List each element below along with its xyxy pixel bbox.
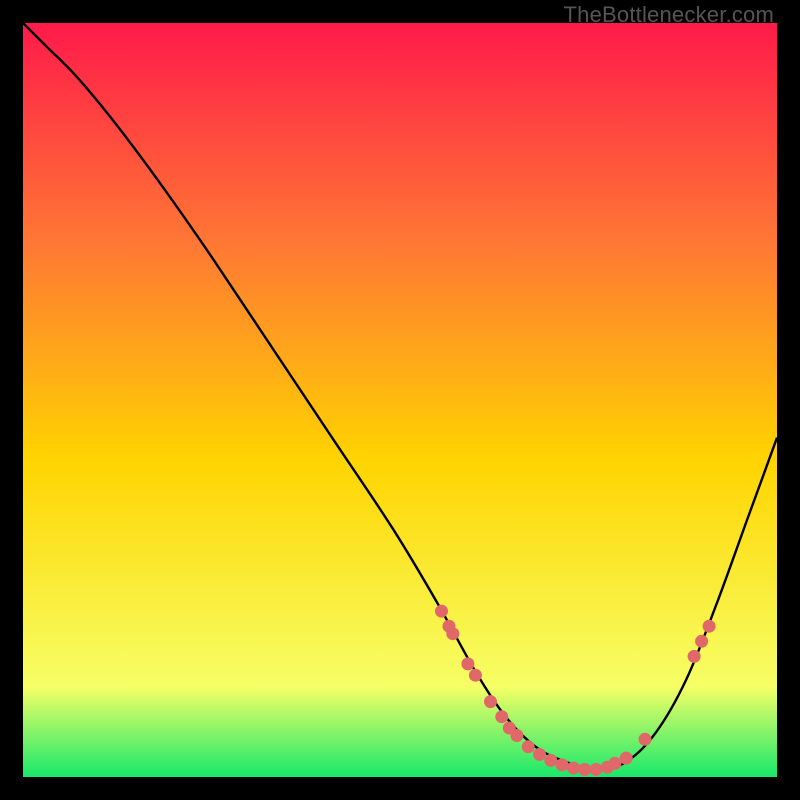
curve-marker <box>522 740 535 753</box>
curve-marker <box>703 620 716 633</box>
curve-marker <box>469 669 482 682</box>
curve-marker <box>556 758 569 771</box>
curve-marker <box>620 752 633 765</box>
curve-marker <box>484 695 497 708</box>
curve-marker <box>590 763 603 776</box>
curve-marker <box>510 729 523 742</box>
gradient-background <box>23 23 777 777</box>
watermark-text: TheBottlenecker.com <box>564 2 774 28</box>
curve-marker <box>435 605 448 618</box>
curve-marker <box>461 657 474 670</box>
curve-marker <box>695 635 708 648</box>
curve-marker <box>578 763 591 776</box>
curve-marker <box>567 762 580 775</box>
chart-frame <box>23 23 777 777</box>
curve-marker <box>639 733 652 746</box>
curve-marker <box>533 748 546 761</box>
curve-marker <box>544 754 557 767</box>
curve-marker <box>688 650 701 663</box>
curve-marker <box>446 627 459 640</box>
bottleneck-chart <box>23 23 777 777</box>
curve-marker <box>608 757 621 770</box>
curve-marker <box>495 710 508 723</box>
